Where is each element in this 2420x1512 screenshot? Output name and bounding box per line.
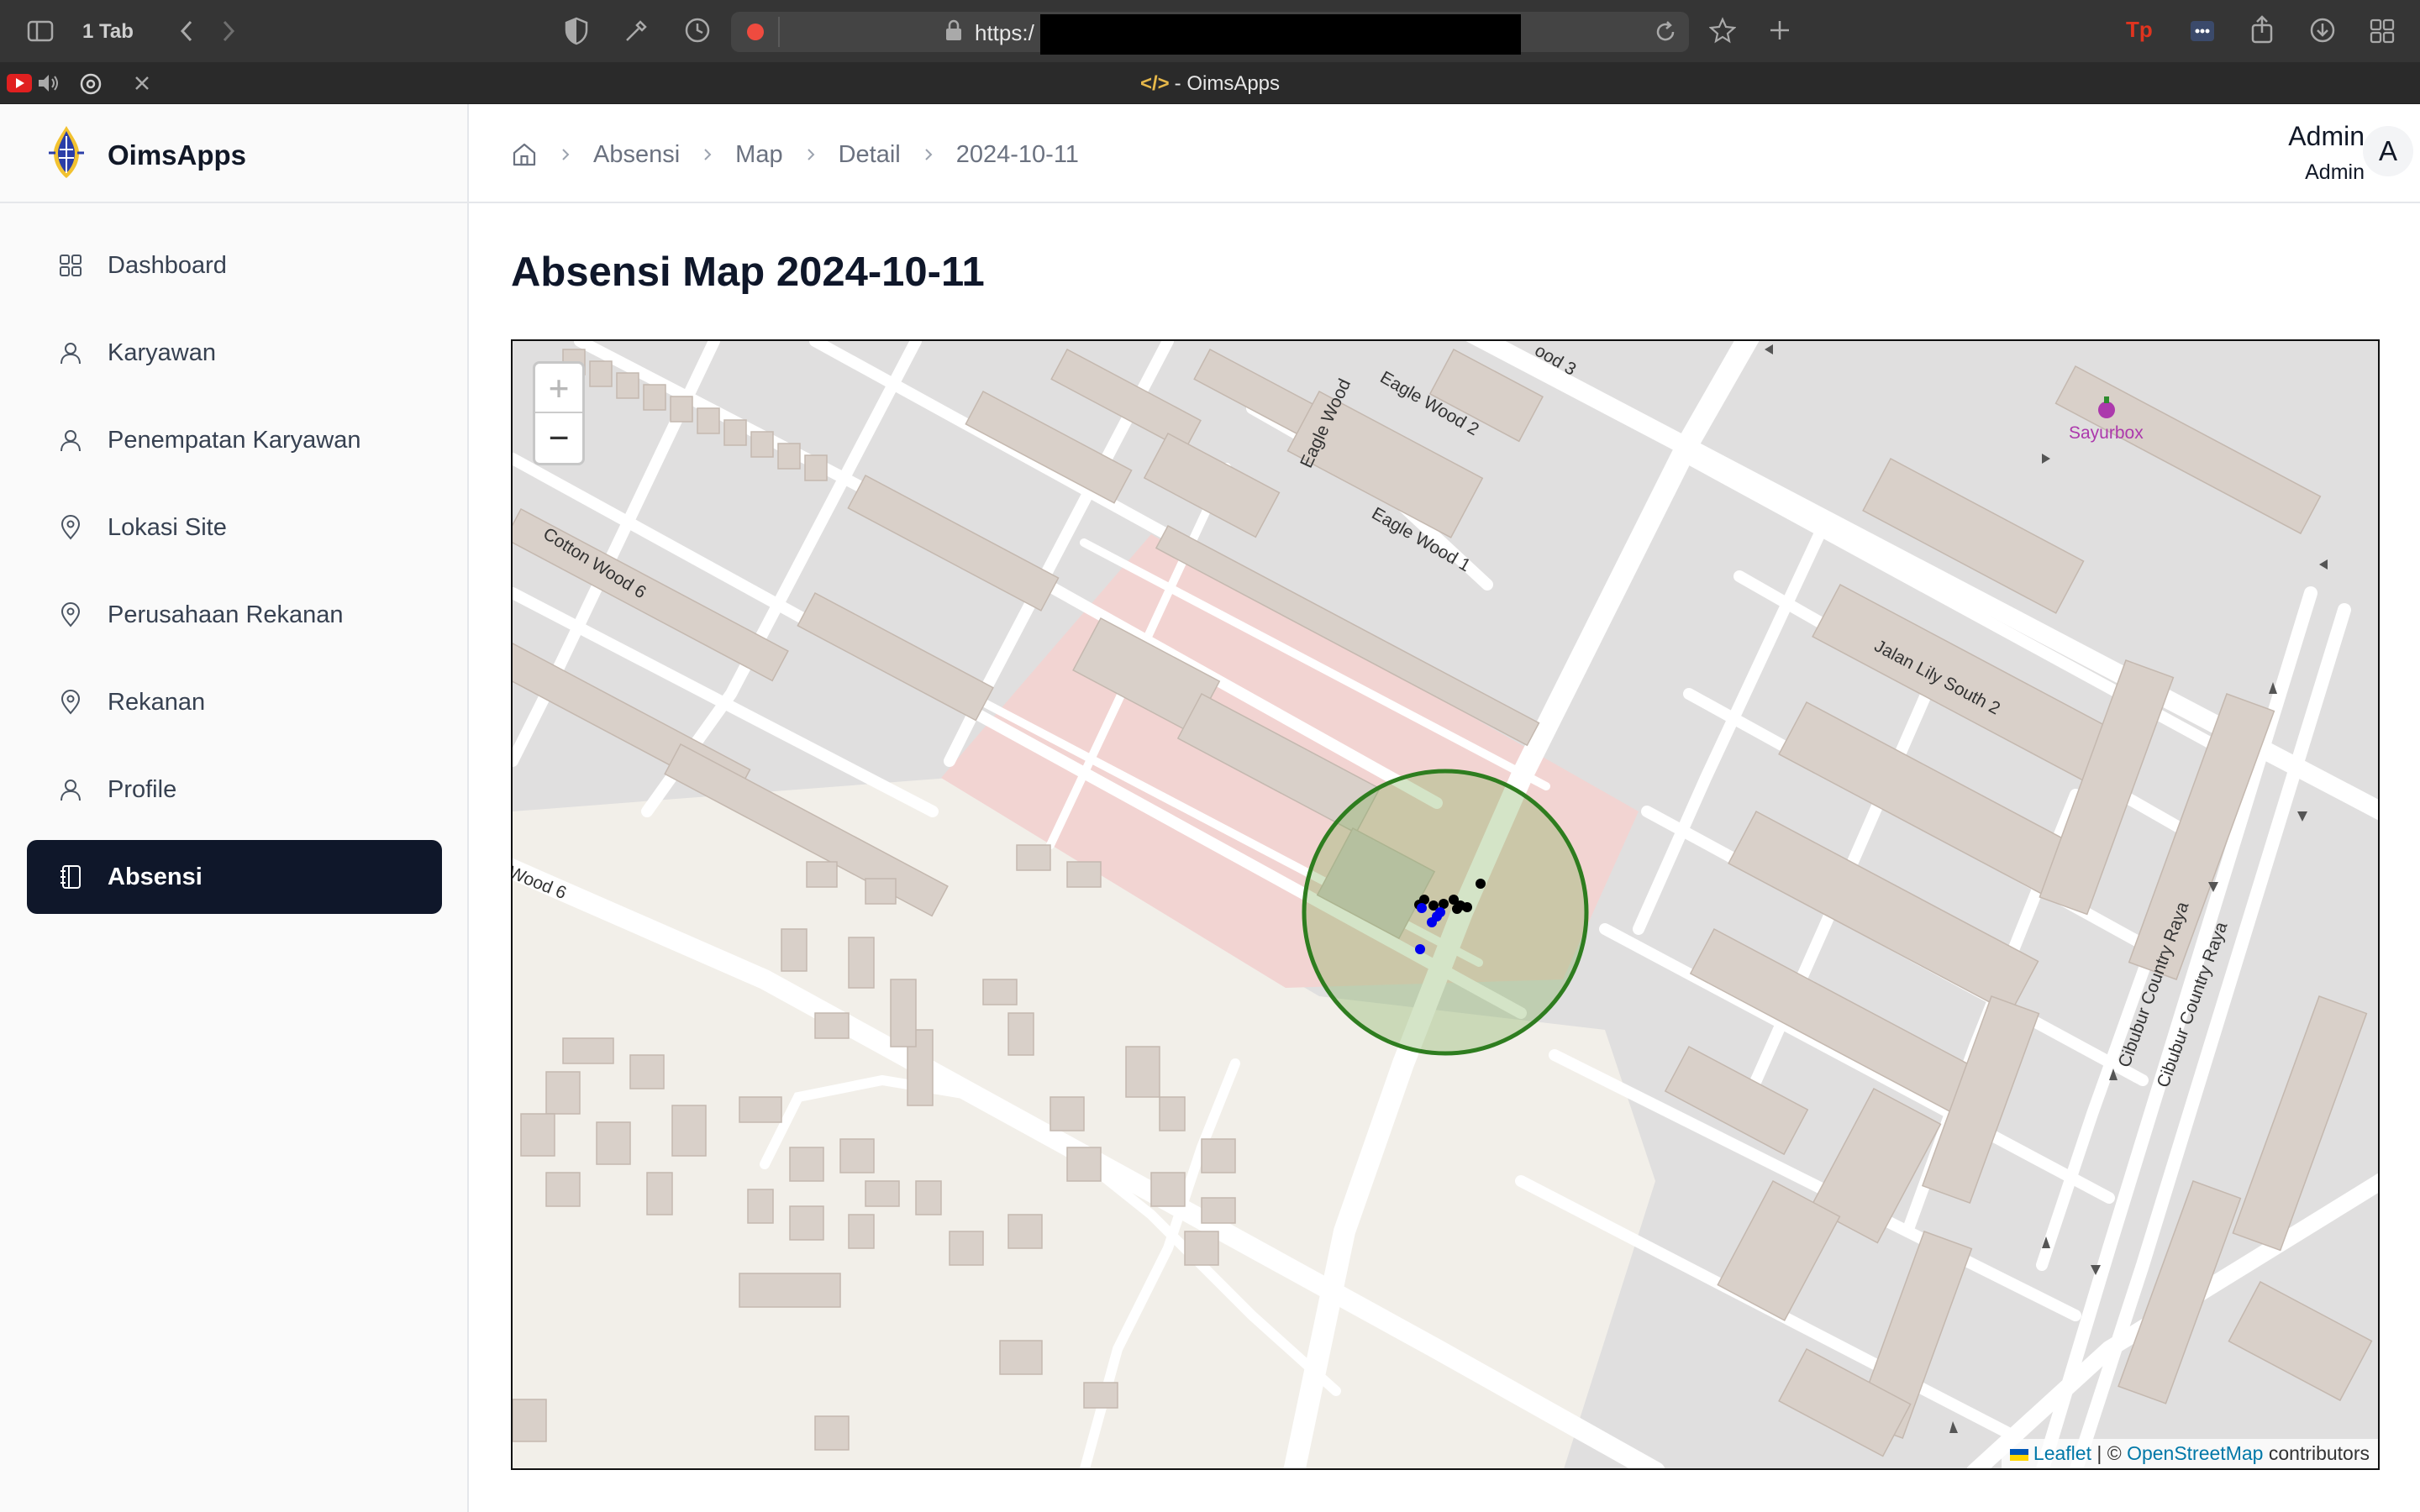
sidebar: OimsApps Dashboard Karyawan Penempatan K… [0, 104, 469, 1512]
chevron-right-icon [805, 146, 817, 163]
user-name: Admin [2288, 121, 2365, 151]
map-pin-icon [60, 602, 81, 627]
user-menu[interactable]: Admin Admin [2288, 121, 2365, 185]
sidebar-item-label: Perusahaan Rekanan [108, 601, 344, 628]
extension-tp-icon[interactable]: Tp [2126, 18, 2153, 40]
user-icon [60, 430, 81, 452]
map-attribution: Leaflet | © OpenStreetMap contributors [2001, 1439, 2378, 1468]
reload-icon[interactable] [1654, 20, 1677, 44]
zoom-in-button[interactable]: + [535, 364, 582, 413]
tab-count[interactable]: 1 Tab [82, 20, 134, 44]
sidebar-item-absensi[interactable]: Absensi [27, 840, 442, 914]
code-icon: </> [1139, 72, 1170, 95]
extension-dots-icon[interactable] [2190, 20, 2215, 42]
breadcrumb: Absensi Map Detail 2024-10-11 [511, 139, 1079, 170]
notebook-icon [60, 865, 81, 889]
user-icon [60, 780, 81, 801]
recording-icon [747, 24, 764, 40]
openstreetmap-link[interactable]: OpenStreetMap [2127, 1442, 2263, 1464]
share-icon[interactable] [2250, 15, 2274, 44]
active-tab-title[interactable]: </> - OimsApps [0, 72, 2420, 96]
sidebar-item-label: Absensi [108, 864, 203, 890]
grid-icon [60, 255, 82, 276]
clock-icon[interactable] [684, 17, 711, 44]
attendance-map[interactable]: Eagle Wood Eagle Wood 2 Eagle Wood 1 ood… [511, 339, 2380, 1470]
avatar[interactable]: A [2363, 126, 2413, 176]
sidebar-item-label: Penempatan Karyawan [108, 427, 361, 454]
shield-icon[interactable] [565, 17, 588, 45]
sidebar-item-label: Karyawan [108, 339, 216, 366]
zoom-out-button[interactable]: − [535, 413, 582, 463]
map-pin-icon [60, 690, 81, 715]
brand-name: OimsApps [108, 139, 247, 171]
ukraine-flag-icon [2009, 1449, 2028, 1461]
sidebar-item-rekanan[interactable]: Rekanan [27, 665, 442, 739]
chevron-right-icon [702, 146, 713, 163]
url-redaction [1040, 14, 1521, 55]
user-role: Admin [2305, 160, 2365, 184]
topbar: Absensi Map Detail 2024-10-11 Admin Admi… [469, 104, 2420, 203]
zoom-control: + − [533, 361, 585, 465]
tab-title-text: - OimsApps [1174, 72, 1281, 95]
sidebar-item-penempatan-karyawan[interactable]: Penempatan Karyawan [27, 403, 442, 477]
sidebar-nav: Dashboard Karyawan Penempatan Karyawan L… [27, 228, 442, 927]
chevron-right-icon [560, 146, 571, 163]
map-pin-icon [60, 515, 81, 540]
map-tiles [513, 341, 2378, 1468]
tab-overview-icon[interactable] [2370, 18, 2395, 44]
bookmark-star-icon[interactable] [1709, 17, 1736, 44]
sidebar-toggle-icon[interactable] [27, 20, 54, 42]
forward-icon[interactable] [220, 18, 237, 44]
sidebar-item-label: Rekanan [108, 689, 206, 716]
new-tab-icon[interactable] [1768, 18, 1791, 42]
chevron-right-icon [923, 146, 934, 163]
poi-label-sayurbox[interactable]: Sayurbox [2069, 423, 2144, 444]
download-icon[interactable] [2309, 17, 2336, 44]
sidebar-item-profile[interactable]: Profile [27, 753, 442, 827]
home-icon[interactable] [511, 141, 538, 168]
address-divider [778, 17, 780, 47]
back-icon[interactable] [178, 18, 195, 44]
lock-icon [944, 18, 963, 42]
sidebar-item-lokasi-site[interactable]: Lokasi Site [27, 491, 442, 564]
sidebar-item-dashboard[interactable]: Dashboard [27, 228, 442, 302]
sidebar-item-perusahaan-rekanan[interactable]: Perusahaan Rekanan [27, 578, 442, 652]
oimsapps-logo-icon [49, 126, 84, 178]
breadcrumb-detail[interactable]: Detail [839, 141, 901, 169]
url-text[interactable]: https:/ [975, 20, 1034, 46]
breadcrumb-date: 2024-10-11 [955, 140, 1079, 168]
user-icon [60, 343, 81, 365]
breadcrumb-absensi[interactable]: Absensi [593, 141, 680, 169]
attribution-tail: contributors [2268, 1442, 2370, 1464]
brand[interactable]: OimsApps [0, 104, 467, 203]
page-title: Absensi Map 2024-10-11 [511, 249, 985, 295]
leaflet-link[interactable]: Leaflet [2033, 1442, 2091, 1464]
sidebar-item-label: Lokasi Site [108, 514, 227, 541]
sidebar-item-label: Dashboard [108, 252, 227, 279]
sidebar-item-karyawan[interactable]: Karyawan [27, 316, 442, 390]
sidebar-item-label: Profile [108, 776, 177, 803]
breadcrumb-map[interactable]: Map [735, 141, 782, 169]
attribution-separator: | © [2096, 1442, 2122, 1464]
eyedropper-icon[interactable] [622, 17, 650, 45]
